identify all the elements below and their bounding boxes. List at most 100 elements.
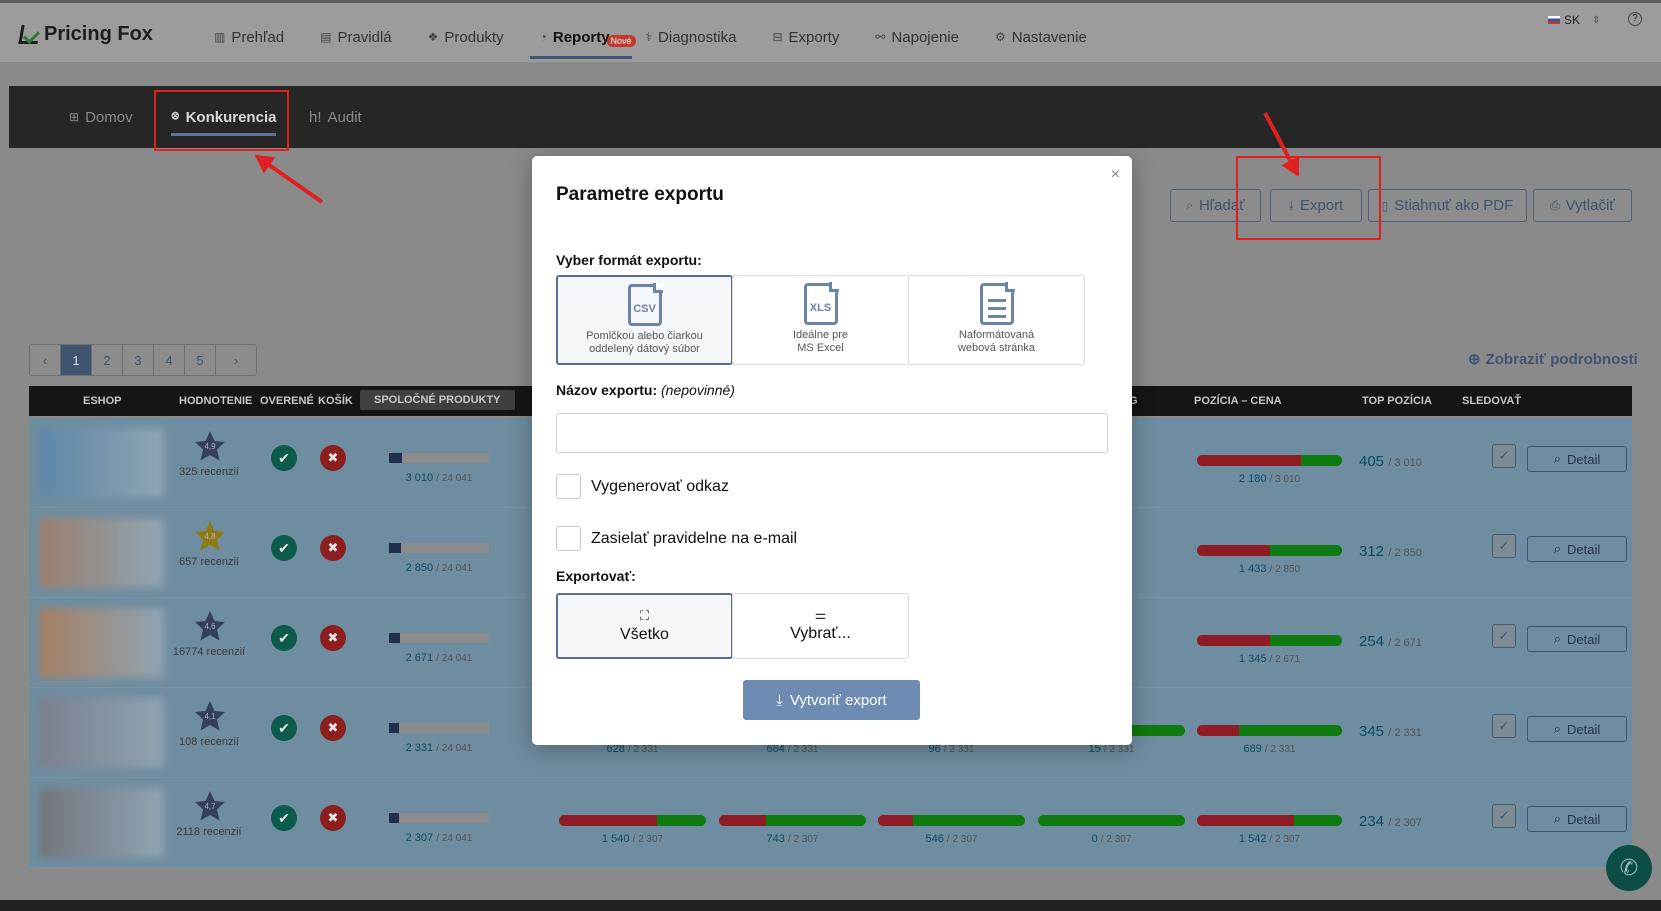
create-export-button[interactable]: ⤓ Vytvoriť export — [743, 680, 920, 720]
follow-checkbox[interactable]: ✓ — [1492, 624, 1516, 648]
follow-checkbox[interactable]: ✓ — [1492, 444, 1516, 468]
format-label: Vyber formát exportu: — [556, 252, 702, 268]
rating-value: 4,9 — [204, 442, 216, 451]
bar-chart-icon: ▥ — [214, 30, 226, 44]
link-label: Zobraziť podrobnosti — [1485, 350, 1638, 368]
metric-bar — [1197, 545, 1342, 556]
common-products-value: 2 307 / 24 041 — [405, 832, 473, 844]
nav-item-reporty[interactable]: ◔ Reporty Nové — [529, 25, 636, 59]
nav-item-produkty[interactable]: ❖ Produkty — [418, 25, 514, 49]
audit-icon: h! — [309, 108, 322, 126]
format-csv-option[interactable]: CSV Pomlčkou alebo čiarkou oddelený dátov… — [556, 275, 733, 365]
format-html-option[interactable]: Naformátovaná webová stránka — [908, 275, 1085, 365]
download-pdf-button[interactable]: ▯ Stiahnuť ako PDF — [1368, 189, 1527, 222]
language-selector[interactable]: SK ⇕ — [1548, 13, 1600, 27]
pagination-page[interactable]: 4 — [154, 345, 185, 375]
common-products-value: 2 850 / 24 041 — [405, 562, 473, 574]
export-select-option[interactable]: ⚌ Vybrať... — [732, 593, 909, 659]
eshop-logo[interactable] — [39, 608, 164, 678]
show-details-link[interactable]: ⊕ Zobraziť podrobnosti — [1468, 350, 1638, 369]
rating-value: 4,1 — [204, 712, 216, 721]
nav-label: Pravidlá — [337, 28, 392, 46]
nav-label: Reporty — [552, 28, 610, 46]
detail-button[interactable]: ⌕ Detail — [1527, 716, 1627, 742]
cross-icon: ✖ — [320, 445, 346, 471]
pagination-prev[interactable]: ‹ — [30, 345, 61, 375]
col-eshop[interactable]: ESHOP — [83, 395, 122, 407]
format-desc: Ideálne pre — [792, 329, 849, 341]
generate-link-checkbox[interactable] — [556, 474, 581, 499]
expand-icon: ⛶ — [639, 608, 650, 623]
cubes-icon: ❖ — [427, 30, 439, 44]
nav-label: Produkty — [444, 28, 504, 46]
close-icon[interactable]: × — [1111, 166, 1120, 184]
phone-icon[interactable]: ✆ — [1606, 845, 1652, 891]
metric-bar — [1038, 815, 1185, 826]
button-label: Detail — [1567, 811, 1601, 827]
subnav-item-audit[interactable]: h! Audit — [309, 86, 362, 148]
annotation-box-konkurencia — [154, 90, 289, 151]
help-icon[interactable]: ? — [1628, 12, 1642, 26]
format-xls-option[interactable]: XLS Ideálne pre MS Excel — [732, 275, 909, 365]
nav-label: Prehľad — [231, 28, 285, 46]
inbox-icon: ⊟ — [772, 30, 783, 44]
pagination-page[interactable]: 1 — [61, 345, 92, 375]
col-verified[interactable]: OVERENÉ — [260, 395, 314, 407]
follow-checkbox[interactable]: ✓ — [1492, 714, 1516, 738]
send-email-label[interactable]: Zasielať pravidelne na e-mail — [591, 530, 797, 548]
fox-logo-icon — [18, 21, 40, 47]
print-button[interactable]: ⎙ Vytlačiť — [1533, 189, 1632, 222]
common-products-value: 2 671 / 24 041 — [405, 652, 473, 664]
metric-bar — [1197, 455, 1342, 466]
col-rating[interactable]: HODNOTENIE — [179, 395, 252, 407]
search-icon: ⌕ — [1553, 451, 1562, 466]
follow-checkbox[interactable]: ✓ — [1492, 804, 1516, 828]
metric-bar — [878, 815, 1025, 826]
eshop-logo[interactable] — [39, 698, 164, 768]
sliders-icon: ⚌ — [814, 607, 827, 622]
nav-item-diagnostika[interactable]: ⚕ Diagnostika — [636, 25, 747, 49]
pagination-page[interactable]: 3 — [123, 345, 154, 375]
send-email-checkbox[interactable] — [556, 526, 581, 551]
col-cart[interactable]: KOŠÍK — [318, 395, 353, 407]
subnav-item-domov[interactable]: ⊞ Domov — [69, 86, 133, 148]
pagination-page[interactable]: 5 — [185, 345, 216, 375]
export-name-input[interactable] — [556, 413, 1108, 453]
follow-checkbox[interactable]: ✓ — [1492, 534, 1516, 558]
detail-button[interactable]: ⌕ Detail — [1527, 536, 1627, 562]
nav-item-nastavenie[interactable]: ⚙ Nastavenie — [985, 25, 1097, 49]
detail-button[interactable]: ⌕ Detail — [1527, 626, 1627, 652]
gear-icon: ⚙ — [994, 30, 1006, 44]
button-label: Detail — [1567, 541, 1601, 557]
eshop-logo[interactable] — [39, 788, 164, 858]
col-follow[interactable]: SLEDOVAŤ — [1462, 395, 1521, 407]
nav-item-napojenie[interactable]: ⚯ Napojenie — [865, 25, 969, 49]
eshop-logo[interactable] — [39, 428, 164, 498]
export-all-option[interactable]: ⛶ Všetko — [556, 593, 733, 659]
col-common-products[interactable]: SPOLOČNÉ PRODUKTY — [360, 390, 515, 410]
pagination-next[interactable]: › — [216, 345, 256, 375]
search-icon: ⌕ — [1553, 811, 1562, 826]
review-count: 108 recenzií — [179, 736, 239, 748]
rating-value: 4,7 — [204, 802, 216, 811]
rating-value: 4,8 — [204, 532, 216, 541]
detail-button[interactable]: ⌕ Detail — [1527, 806, 1627, 832]
detail-button[interactable]: ⌕ Detail — [1527, 446, 1627, 472]
csv-file-icon: CSV — [627, 283, 663, 326]
nav-item-exporty[interactable]: ⊟ Exporty — [762, 25, 849, 49]
nav-item-prehlad[interactable]: ▥ Prehľad — [204, 25, 294, 49]
pagination-page[interactable]: 2 — [92, 345, 123, 375]
nav-item-pravidla[interactable]: ▤ Pravidlá — [310, 25, 402, 49]
col-top-position[interactable]: TOP POZÍCIA — [1362, 395, 1432, 407]
language-code: SK — [1564, 13, 1581, 27]
col-position-price[interactable]: POZÍCIA – CENA — [1194, 395, 1282, 407]
top-position-value: 405 / 3 010 — [1359, 453, 1422, 470]
logo[interactable]: Pricing Fox — [18, 21, 153, 47]
metric-value: 0 / 2 307 — [1091, 833, 1132, 845]
pie-chart-icon: ◔ — [539, 30, 547, 44]
pagination: ‹ 1 2 3 4 5 › — [29, 344, 257, 376]
eshop-logo[interactable] — [39, 518, 164, 588]
export-name-label: Názov exportu: (nepovinné) — [556, 382, 735, 398]
search-icon: ⌕ — [1553, 541, 1562, 556]
generate-link-label[interactable]: Vygenerovať odkaz — [591, 478, 729, 496]
